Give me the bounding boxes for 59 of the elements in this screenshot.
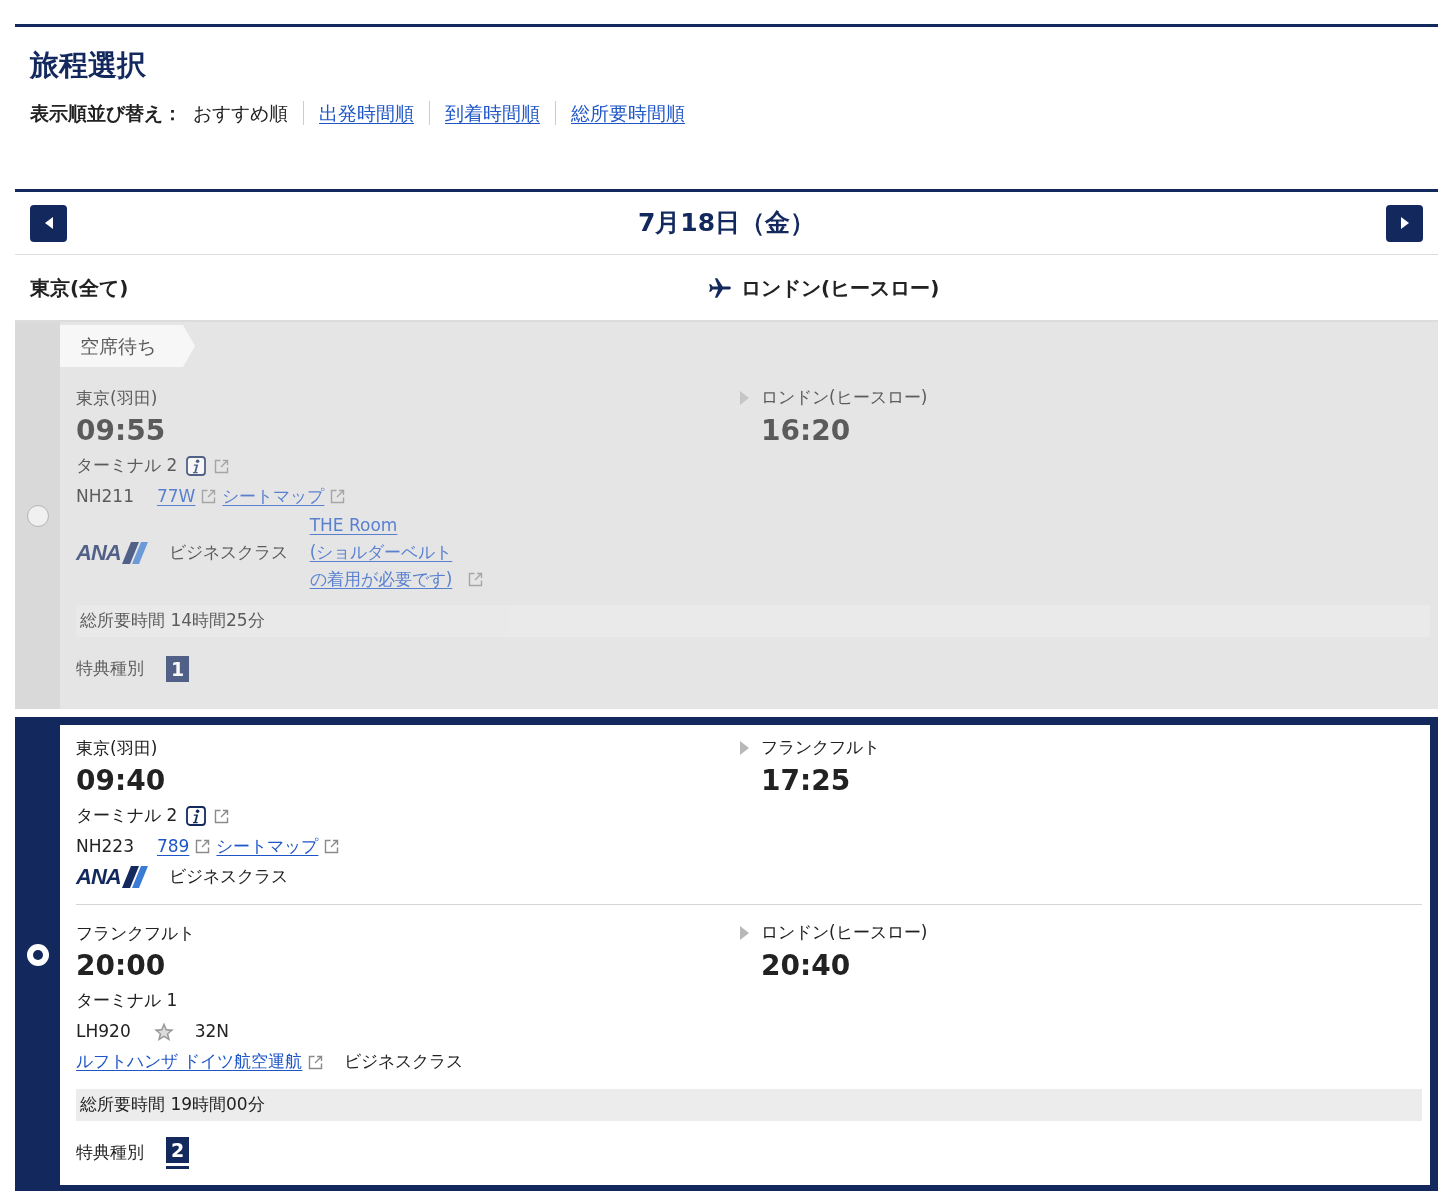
cabin-class: ビジネスクラス bbox=[168, 865, 288, 889]
departure-airport: フランクフルト bbox=[76, 922, 195, 945]
award-label: 特典種別 bbox=[76, 1141, 144, 1165]
sort-option[interactable]: 総所要時間順 bbox=[571, 98, 685, 128]
arrival-airport: フランクフルト bbox=[761, 736, 880, 760]
external-link-icon bbox=[324, 839, 340, 854]
external-link-icon bbox=[308, 1054, 324, 1070]
flight-number: NH223 bbox=[76, 834, 134, 858]
award-type-badge: 1 bbox=[166, 656, 189, 682]
terminal-label: ターミナル 2 bbox=[76, 454, 178, 478]
sort-option[interactable]: 到着時間順 bbox=[445, 98, 540, 128]
arrival-airport: ロンドン(ヒースロー) bbox=[761, 921, 928, 945]
external-link-icon bbox=[214, 458, 230, 474]
aircraft-type: 32N bbox=[194, 1019, 230, 1043]
caret-left-icon bbox=[44, 217, 53, 229]
cabin-class: ビジネスクラス bbox=[168, 540, 288, 564]
cabin-class: ビジネスクラス bbox=[344, 1050, 464, 1074]
terminal-label: ターミナル 1 bbox=[76, 989, 178, 1013]
external-link-icon bbox=[195, 839, 211, 854]
arrival-time: 17:25 bbox=[761, 763, 851, 799]
airline-logo: ANA bbox=[76, 866, 148, 888]
origin-city: 東京(全て) bbox=[30, 275, 129, 300]
status-tag: 空席待ち bbox=[60, 325, 195, 367]
destination-city: ロンドン(ヒースロー) bbox=[741, 274, 940, 302]
terminal-label: ターミナル 2 bbox=[76, 804, 178, 828]
departure-time: 09:55 bbox=[76, 413, 166, 449]
departure-airport: 東京(羽田) bbox=[76, 737, 158, 760]
sort-option[interactable]: 出発時間順 bbox=[319, 98, 414, 128]
departure-time: 20:00 bbox=[76, 948, 166, 984]
seat-map-link[interactable]: シートマップ bbox=[216, 833, 319, 860]
departure-time: 09:40 bbox=[76, 763, 166, 799]
caret-right-icon bbox=[1400, 217, 1409, 229]
external-link-icon bbox=[467, 572, 483, 587]
external-link-icon bbox=[214, 808, 230, 824]
operator-link[interactable]: ルフトハンザ ドイツ航空運航 bbox=[76, 1049, 303, 1075]
sort-label: 表示順並び替え： bbox=[30, 100, 182, 126]
external-link-icon bbox=[330, 489, 346, 504]
total-duration: 総所要時間 19時間00分 bbox=[76, 1089, 1422, 1121]
aircraft-link[interactable]: 789 bbox=[156, 833, 190, 860]
info-icon[interactable] bbox=[186, 806, 207, 826]
arrival-time: 16:20 bbox=[761, 413, 851, 449]
caret-right-icon bbox=[740, 391, 749, 405]
external-link-icon bbox=[201, 489, 217, 504]
next-day-button[interactable] bbox=[1386, 204, 1423, 242]
arrival-airport: ロンドン(ヒースロー) bbox=[761, 386, 928, 410]
caret-right-icon bbox=[740, 741, 749, 755]
date-heading: 7月18日（金） bbox=[637, 207, 816, 240]
flight-number: NH211 bbox=[76, 484, 134, 508]
caret-right-icon bbox=[740, 926, 749, 940]
page-title: 旅程選択 bbox=[30, 47, 146, 84]
previous-day-button[interactable] bbox=[30, 204, 67, 242]
flight-number: LH920 bbox=[76, 1019, 131, 1043]
sort-option: おすすめ順 bbox=[193, 98, 288, 128]
award-label: 特典種別 bbox=[76, 657, 144, 681]
radio-button[interactable] bbox=[26, 944, 49, 966]
arrival-time: 20:40 bbox=[761, 948, 851, 984]
total-duration: 総所要時間 14時間25分 bbox=[76, 605, 1430, 637]
departure-airport: 東京(羽田) bbox=[76, 387, 158, 410]
airline-logo: ANA bbox=[76, 541, 148, 564]
